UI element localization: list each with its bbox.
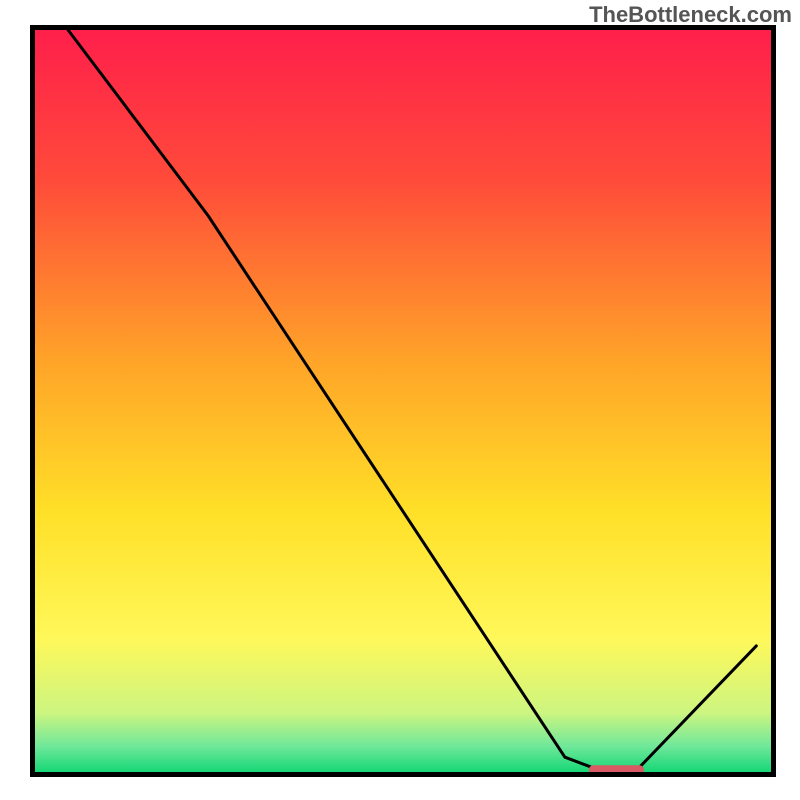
bottleneck-chart (0, 0, 800, 800)
chart-container: TheBottleneck.com (0, 0, 800, 800)
gradient-background (35, 30, 771, 772)
watermark-text: TheBottleneck.com (589, 2, 792, 28)
